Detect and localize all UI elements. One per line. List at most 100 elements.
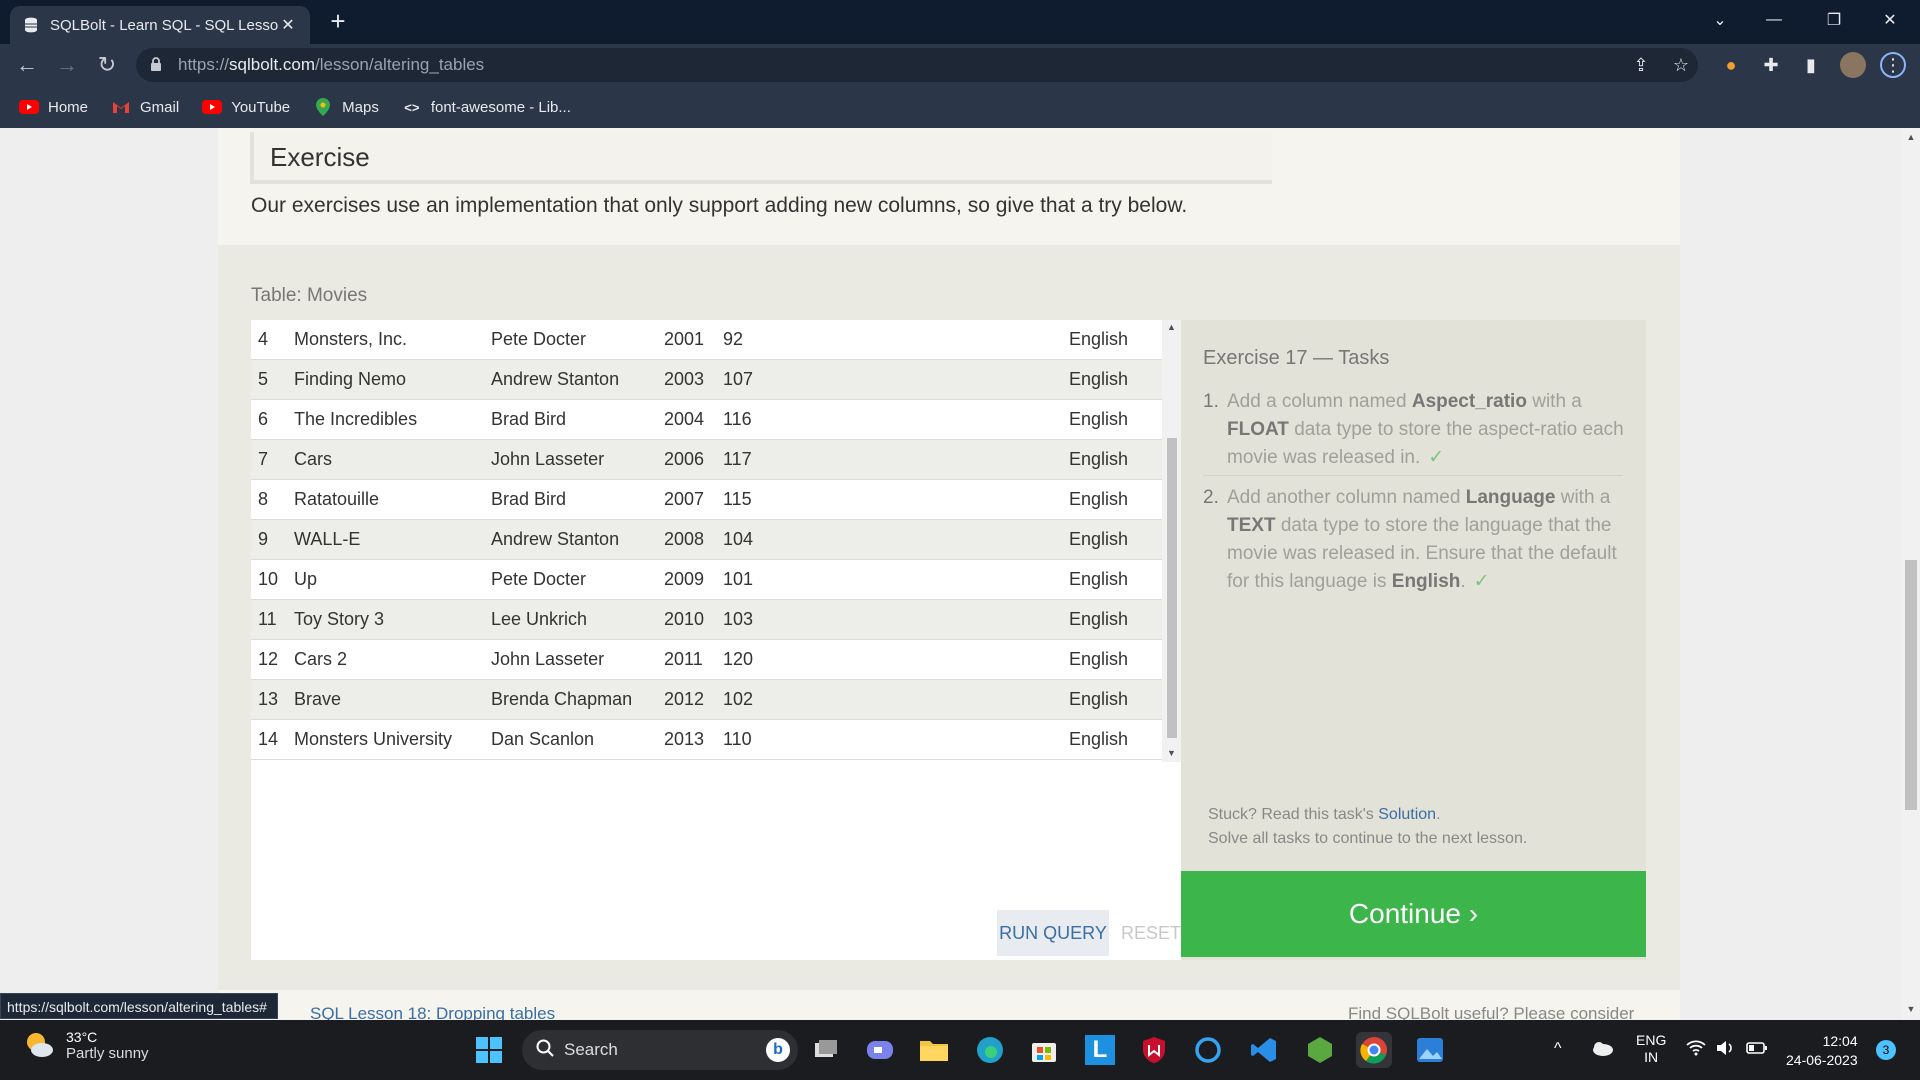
battery-icon[interactable]: [1746, 1041, 1768, 1058]
bookmark-youtube[interactable]: YouTube: [201, 99, 290, 116]
cell-director: Andrew Stanton: [491, 529, 620, 549]
windows-taskbar: 33°C Partly sunny Search b L ^ ENG IN 12:…: [0, 1020, 1920, 1080]
cell-length: 107: [723, 369, 754, 389]
volume-icon[interactable]: [1716, 1040, 1736, 1059]
cell-year: 2004: [664, 409, 705, 429]
cell-director: Andrew Stanton: [491, 369, 620, 389]
cell-year: 2008: [664, 529, 705, 549]
results-table[interactable]: 4 Monsters, Inc. Pete Docter 2001 92 English 5…: [251, 320, 1181, 762]
cell-language: English: [1069, 529, 1129, 549]
onedrive-cloud-icon[interactable]: [1590, 1040, 1614, 1059]
extensions-puzzle-icon[interactable]: ✚: [1758, 52, 1784, 78]
cell-id: 13: [258, 689, 279, 709]
photos-app-icon[interactable]: [1412, 1032, 1448, 1068]
file-explorer-icon[interactable]: [916, 1032, 952, 1068]
scroll-down-arrow-icon[interactable]: ▼: [1162, 748, 1181, 758]
start-windows-icon[interactable]: [471, 1032, 507, 1068]
table-scroll-thumb[interactable]: [1167, 438, 1177, 738]
side-panel-icon[interactable]: ▮: [1798, 52, 1824, 78]
extension-robot-icon[interactable]: ●: [1718, 52, 1744, 78]
cell-id: 4: [258, 329, 269, 349]
weather-widget[interactable]: 33°C Partly sunny: [22, 1028, 149, 1062]
cell-director: Lee Unkrich: [491, 609, 588, 629]
page-scroll-down-icon[interactable]: ▼: [1902, 1004, 1920, 1014]
run-query-button[interactable]: RUN QUERY: [997, 910, 1109, 956]
notification-count-badge[interactable]: 3: [1876, 1040, 1896, 1060]
restore-icon[interactable]: ❐: [1806, 0, 1862, 40]
cell-title: Monsters, Inc.: [294, 329, 408, 349]
app-l-icon[interactable]: L: [1082, 1032, 1118, 1068]
clock[interactable]: 12:04 24-06-2023: [1786, 1032, 1858, 1070]
scroll-up-arrow-icon[interactable]: ▲: [1162, 322, 1181, 332]
vscode-icon[interactable]: [1246, 1032, 1282, 1068]
table-caption: Table: Movies: [251, 285, 368, 306]
task-view-icon[interactable]: [808, 1032, 844, 1068]
task-1: 1. Add a column named Aspect_ratio with …: [1203, 391, 1624, 468]
cell-title: Ratatouille: [294, 489, 380, 509]
chrome-menu-icon[interactable]: ⋮: [1880, 52, 1906, 78]
tab-close-icon[interactable]: ✕: [278, 15, 298, 35]
wifi-icon[interactable]: [1686, 1040, 1706, 1059]
cell-title: WALL-E: [294, 529, 361, 549]
address-bar[interactable]: https://sqlbolt.com/lesson/altering_tabl…: [136, 48, 1698, 82]
next-lesson-link[interactable]: SQL Lesson 18: Dropping tables: [310, 1004, 555, 1020]
cell-title: Finding Nemo: [294, 369, 407, 389]
share-icon[interactable]: ⇪: [1628, 52, 1654, 78]
browser-toolbar: ← → ↻ https://sqlbolt.com/lesson/alterin…: [0, 44, 1920, 86]
mcafee-shield-icon[interactable]: [1136, 1032, 1172, 1068]
reset-button[interactable]: RESET: [1121, 910, 1181, 956]
cell-language: English: [1069, 569, 1129, 589]
cell-length: 92: [723, 329, 744, 349]
bookmark-gmail[interactable]: Gmail: [110, 99, 179, 116]
task-2: 2. Add another column named Language wit…: [1203, 487, 1617, 592]
cell-id: 10: [258, 569, 279, 589]
input-language[interactable]: ENG IN: [1636, 1032, 1666, 1066]
table-row: 11 Toy Story 3 Lee Unkrich 2010 103 English: [251, 600, 1162, 640]
minimize-icon[interactable]: —: [1746, 0, 1802, 40]
forward-icon[interactable]: →: [52, 50, 82, 80]
edge-browser-icon[interactable]: [972, 1032, 1008, 1068]
bookmark-home[interactable]: Home: [18, 99, 88, 116]
query-editor[interactable]: RUN QUERY RESET: [251, 762, 1181, 960]
reload-icon[interactable]: ↻: [92, 50, 122, 80]
lesson-content: Exercise Our exercises use an implementa…: [218, 128, 1680, 1020]
cortana-ring-icon[interactable]: [1190, 1032, 1226, 1068]
cell-id: 9: [258, 529, 269, 549]
table-scrollbar[interactable]: ▲ ▼: [1162, 320, 1181, 762]
tray-overflow-chevron-icon[interactable]: ^: [1554, 1040, 1562, 1058]
bookmark-font-awesome[interactable]: <> font-awesome - Lib...: [401, 99, 571, 116]
microsoft-store-icon[interactable]: [1026, 1032, 1062, 1068]
profile-avatar[interactable]: [1840, 52, 1866, 78]
chrome-icon[interactable]: [1356, 1032, 1392, 1068]
new-tab-icon[interactable]: +: [322, 6, 354, 38]
back-icon[interactable]: ←: [12, 50, 42, 80]
cell-director: Pete Docter: [491, 329, 587, 349]
weather-temp: 33°C: [66, 1028, 98, 1045]
cell-year: 2007: [664, 489, 705, 509]
page-scroll-up-icon[interactable]: ▲: [1902, 132, 1920, 142]
cell-language: English: [1069, 409, 1129, 429]
cell-language: English: [1069, 369, 1129, 389]
browser-tab[interactable]: SQLBolt - Learn SQL - SQL Lesson ✕: [10, 6, 310, 44]
solution-link[interactable]: Solution: [1378, 806, 1436, 823]
table-row: 4 Monsters, Inc. Pete Docter 2001 92 English: [251, 320, 1162, 360]
continue-button[interactable]: Continue ›: [1181, 871, 1646, 957]
cell-director: Brenda Chapman: [491, 689, 633, 709]
tab-search-chevron-icon[interactable]: ⌄: [1692, 0, 1748, 40]
stuck-help: Stuck? Read this task's Solution. Solve …: [1208, 806, 1528, 847]
nodejs-hex-icon[interactable]: [1302, 1032, 1338, 1068]
cell-director: John Lasseter: [491, 449, 605, 469]
cell-year: 2003: [664, 369, 705, 389]
cell-director: Dan Scanlon: [491, 729, 595, 749]
cell-id: 7: [258, 449, 269, 469]
cell-title: Cars: [294, 449, 333, 469]
taskbar-search[interactable]: Search b: [522, 1030, 798, 1070]
close-window-icon[interactable]: ✕: [1862, 0, 1918, 40]
bookmark-maps[interactable]: Maps: [312, 98, 379, 116]
teams-chat-icon[interactable]: [862, 1032, 898, 1068]
cell-title: Brave: [294, 689, 342, 709]
page-scrollbar[interactable]: ▲ ▼: [1902, 128, 1920, 1020]
bookmark-star-icon[interactable]: ☆: [1668, 52, 1694, 78]
table-row: 13 Brave Brenda Chapman 2012 102 English: [251, 680, 1162, 720]
page-scroll-thumb[interactable]: [1905, 560, 1917, 810]
